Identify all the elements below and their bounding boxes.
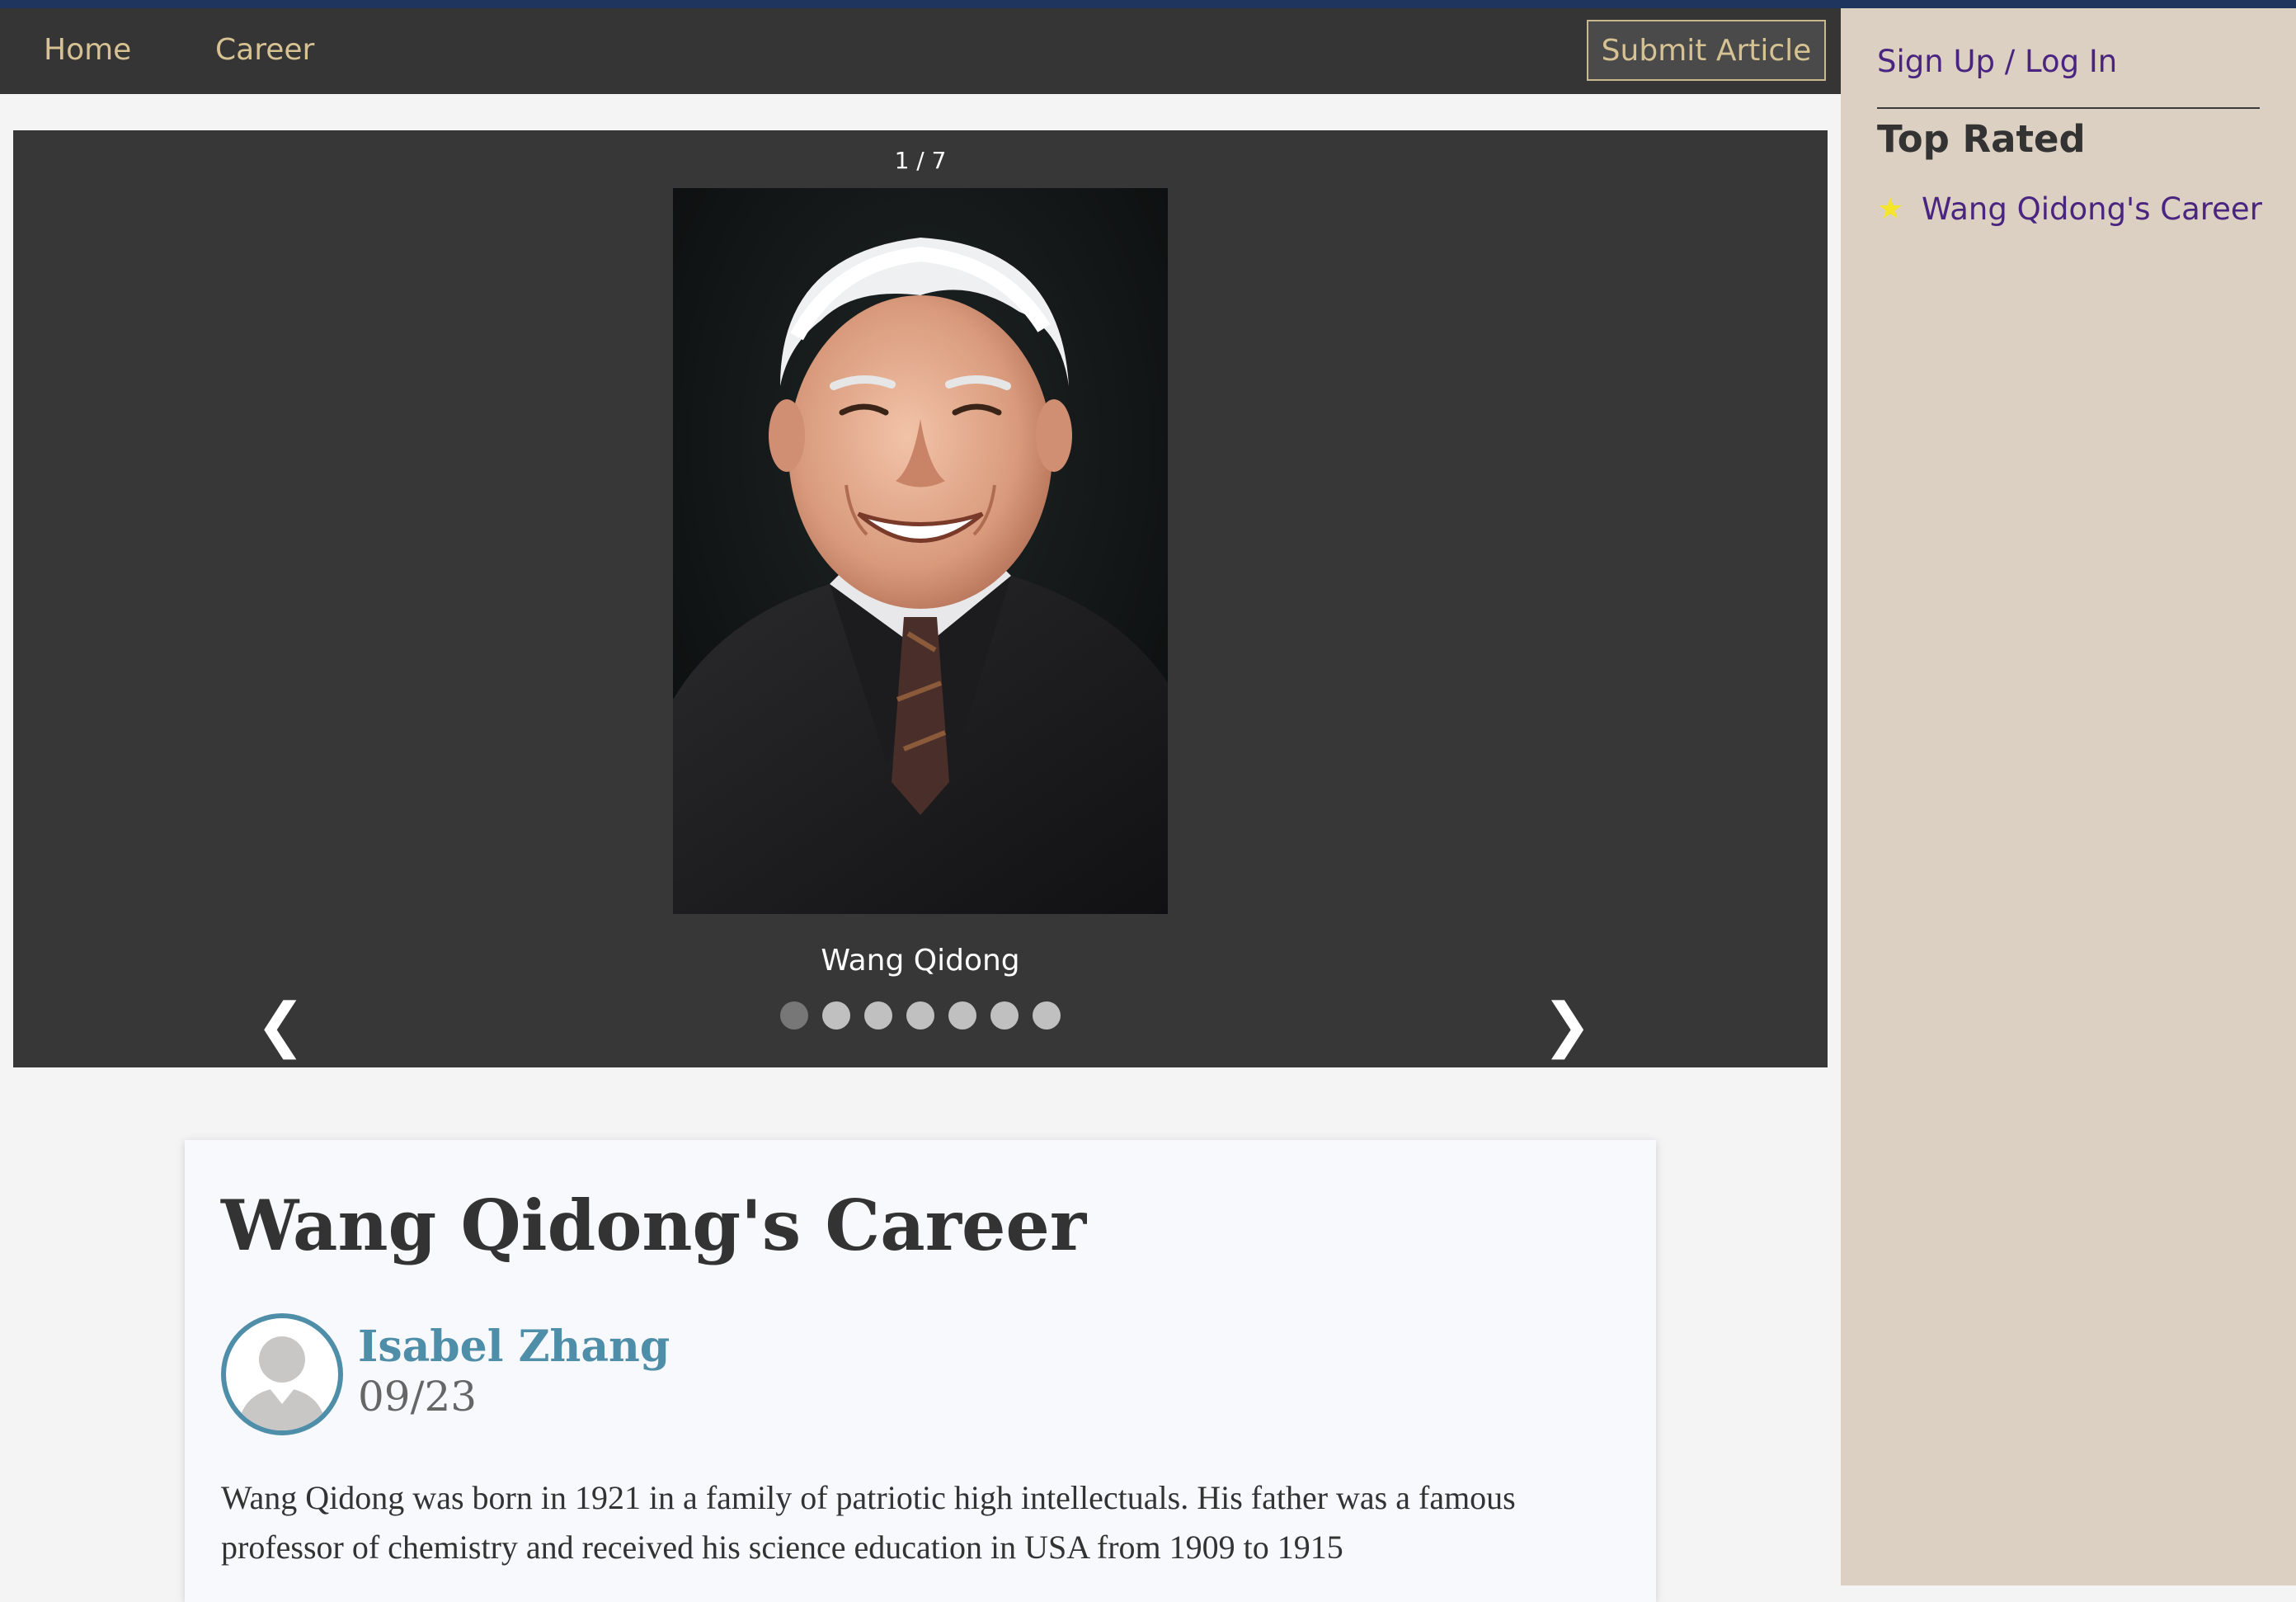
star-icon: ★ (1877, 191, 1904, 226)
author-avatar[interactable] (221, 1313, 343, 1435)
top-stripe (0, 0, 2296, 8)
nav-career-link[interactable]: Career (215, 33, 314, 67)
slide-dot-3[interactable] (864, 1001, 892, 1030)
sidebar: Sign Up / Log In Top Rated ★ Wang Qidong… (1841, 8, 2296, 1586)
submit-article-button[interactable]: Submit Article (1587, 20, 1826, 81)
slide-dot-7[interactable] (1033, 1001, 1061, 1030)
slide-dot-4[interactable] (906, 1001, 934, 1030)
sidebar-divider (1877, 107, 2260, 109)
nav-home-link[interactable]: Home (44, 33, 131, 67)
prev-slide-button[interactable]: ❮ (256, 995, 305, 1054)
article-card: Wang Qidong's Career Isabel Zhang 09/23 … (185, 1140, 1656, 1602)
slide-caption: Wang Qidong (821, 944, 1020, 978)
nav-bar: Home Career Submit Article (0, 8, 1841, 94)
top-rated-item[interactable]: ★ Wang Qidong's Career (1877, 191, 2262, 227)
slide-counter: 1 / 7 (894, 147, 947, 174)
slide-dot-2[interactable] (822, 1001, 850, 1030)
slide-dot-1[interactable] (780, 1001, 808, 1030)
signup-login-link[interactable]: Sign Up / Log In (1877, 44, 2117, 79)
top-rated-heading: Top Rated (1877, 117, 2086, 161)
slide-dot-6[interactable] (990, 1001, 1019, 1030)
user-silhouette-icon (238, 1336, 327, 1430)
article-title: Wang Qidong's Career (221, 1185, 1087, 1266)
portrait-photo (673, 188, 1168, 914)
article-body: Wang Qidong was born in 1921 in a family… (221, 1479, 1516, 1566)
top-rated-item-label: Wang Qidong's Career (1922, 191, 2262, 227)
author-name-link[interactable]: Isabel Zhang (358, 1322, 670, 1372)
next-slide-button[interactable]: ❯ (1542, 995, 1592, 1054)
slide-dot-5[interactable] (948, 1001, 976, 1030)
image-slider: 1 / 7 Wang Qidong ❮ ❯ (13, 130, 1828, 1067)
article-date: 09/23 (358, 1373, 478, 1421)
